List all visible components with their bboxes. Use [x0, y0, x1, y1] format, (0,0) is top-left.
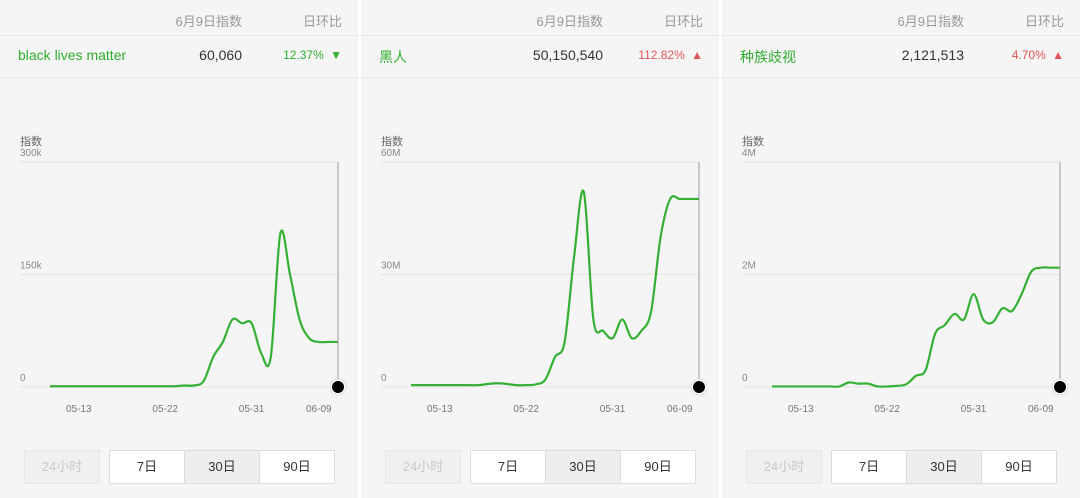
x-tick-label: 05-31 [961, 404, 987, 415]
change-value: 4.70% [1011, 48, 1046, 62]
range-90d-button[interactable]: 90日 [259, 450, 335, 484]
x-tick-label: 05-22 [874, 404, 900, 415]
range-24h-button[interactable]: 24小时 [24, 450, 100, 484]
line-chart[interactable]: 指数 0 30M 60M 05-13 05-22 05-31 06-09 [361, 120, 719, 420]
index-value: 2,121,513 [901, 47, 964, 63]
trend-panel-1: 6月9日指数 日环比 black lives matter 60,060 12.… [0, 0, 358, 498]
trend-arrow-icon: ▲ [691, 48, 703, 62]
day-ratio-label: 日环比 [302, 14, 342, 29]
day-ratio-label: 日环比 [1024, 14, 1064, 29]
date-index-label: 6月9日指数 [536, 14, 603, 29]
y-tick-label: 0 [381, 373, 387, 384]
change-percent: 112.82% ▲ [638, 48, 703, 62]
keyword-label[interactable]: 种族歧视 [740, 47, 796, 67]
divider [722, 77, 1080, 78]
x-tick-label: 06-09 [667, 404, 693, 415]
trend-arrow-icon: ▼ [330, 48, 342, 62]
keyword-label[interactable]: black lives matter [18, 47, 126, 63]
series-line [772, 266, 1060, 388]
change-percent: 12.37% ▼ [283, 48, 342, 62]
index-value: 60,060 [199, 47, 242, 63]
trend-arrow-icon: ▲ [1052, 48, 1064, 62]
y-tick-label: 150k [20, 261, 43, 272]
x-tick-label: 06-09 [1028, 404, 1054, 415]
trend-panel-3: 6月9日指数 日环比 种族歧视 2,121,513 4.70% ▲ 指数 0 2M 4… [722, 0, 1080, 498]
x-tick-label: 05-13 [427, 404, 453, 415]
panel-header: 6月9日指数 日环比 [722, 0, 1080, 36]
x-tick-label: 05-13 [788, 404, 814, 415]
trend-panel-2: 6月9日指数 日环比 黑人 50,150,540 112.82% ▲ 指数 0 30… [361, 0, 719, 498]
x-tick-label: 05-31 [600, 404, 626, 415]
range-7d-button[interactable]: 7日 [109, 450, 185, 484]
divider [361, 35, 719, 36]
panel-header: 6月9日指数 日环比 [361, 0, 719, 36]
y-tick-label: 0 [742, 373, 748, 384]
y-tick-label: 0 [20, 373, 26, 384]
cursor-marker [1054, 381, 1066, 393]
y-tick-label: 60M [381, 148, 400, 159]
change-percent: 4.70% ▲ [1012, 48, 1064, 62]
cursor-marker [332, 381, 344, 393]
keyword-label[interactable]: 黑人 [379, 47, 407, 67]
page: 6月9日指数 日环比 black lives matter 60,060 12.… [0, 0, 1080, 498]
divider [361, 77, 719, 78]
range-24h-button[interactable]: 24小时 [746, 450, 822, 484]
range-30d-button[interactable]: 30日 [545, 450, 621, 484]
y-axis-label: 指数 [20, 134, 42, 148]
y-tick-label: 300k [20, 148, 43, 159]
change-value: 12.37% [283, 48, 324, 62]
range-90d-button[interactable]: 90日 [620, 450, 696, 484]
day-ratio-label: 日环比 [663, 14, 703, 29]
index-value: 50,150,540 [532, 47, 603, 63]
range-24h-button[interactable]: 24小时 [385, 450, 461, 484]
line-chart[interactable]: 指数 0 150k 300k 05-13 05-22 05-31 06-09 [0, 120, 358, 420]
y-tick-label: 4M [742, 148, 756, 159]
range-30d-button[interactable]: 30日 [184, 450, 260, 484]
range-90d-button[interactable]: 90日 [981, 450, 1057, 484]
date-index-label: 6月9日指数 [897, 14, 964, 29]
x-tick-label: 06-09 [306, 404, 332, 415]
range-7d-button[interactable]: 7日 [470, 450, 546, 484]
x-tick-label: 05-22 [513, 404, 539, 415]
range-7d-button[interactable]: 7日 [831, 450, 907, 484]
cursor-marker [693, 381, 705, 393]
divider [722, 35, 1080, 36]
x-tick-label: 05-31 [239, 404, 265, 415]
y-tick-label: 2M [742, 261, 756, 272]
y-axis-label: 指数 [381, 134, 403, 148]
line-chart[interactable]: 指数 0 2M 4M 05-13 05-22 05-31 06-09 [722, 120, 1080, 420]
divider [0, 77, 358, 78]
x-tick-label: 05-22 [152, 404, 178, 415]
panel-header: 6月9日指数 日环比 [0, 0, 358, 36]
divider [0, 35, 358, 36]
series-line [410, 189, 699, 387]
series-line [50, 229, 339, 388]
y-axis-label: 指数 [742, 134, 764, 148]
change-value: 112.82% [638, 48, 685, 62]
date-index-label: 6月9日指数 [175, 14, 242, 29]
y-tick-label: 30M [381, 261, 400, 272]
range-30d-button[interactable]: 30日 [906, 450, 982, 484]
x-tick-label: 05-13 [66, 404, 92, 415]
